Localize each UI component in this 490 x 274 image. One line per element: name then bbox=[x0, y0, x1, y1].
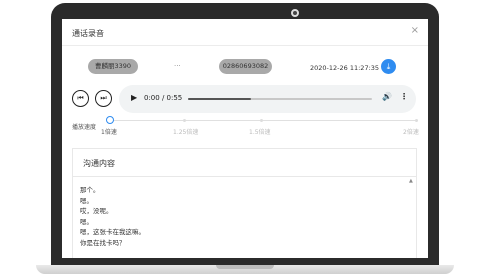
speed-tick bbox=[415, 119, 418, 122]
play-icon[interactable]: ▶ bbox=[131, 93, 137, 102]
transcript: 那个。 嗯。 哎，没呢。 嗯。 嗯，这张卡在我这嘛。 你是在找卡吗？ bbox=[80, 185, 145, 249]
audio-player: ▶ 0:00 / 0:55 🔊 ⋮ bbox=[119, 85, 416, 113]
content-panel: 沟通内容 ▲ 那个。 嗯。 哎，没呢。 嗯。 嗯，这张卡在我这嘛。 你是在找卡吗… bbox=[72, 148, 417, 258]
speed-option-1.5x[interactable]: 1.5倍速 bbox=[249, 127, 271, 136]
download-button[interactable]: ⤓ bbox=[381, 59, 396, 74]
camera-icon bbox=[291, 9, 299, 17]
content-divider bbox=[73, 176, 416, 177]
transcript-line: 嗯，这张卡在我这嘛。 bbox=[80, 228, 145, 237]
caller-badge: 曹麟丽3390 bbox=[88, 59, 138, 74]
speed-slider-track[interactable] bbox=[110, 120, 418, 121]
progress-fill bbox=[188, 98, 251, 100]
volume-icon[interactable]: 🔊 bbox=[382, 92, 392, 101]
next-button[interactable]: ⏭ bbox=[95, 90, 112, 107]
transcript-line: 你是在找卡吗？ bbox=[80, 238, 126, 247]
transcript-line: 哎，没呢。 bbox=[80, 207, 113, 216]
call-connector: ... bbox=[174, 60, 181, 68]
skip-previous-icon: ⏮ bbox=[77, 94, 84, 102]
content-title: 沟通内容 bbox=[83, 159, 115, 168]
transcript-line: 嗯。 bbox=[80, 217, 93, 226]
skip-next-icon: ⏭ bbox=[100, 94, 107, 102]
callee-badge: 02860693082 bbox=[219, 59, 272, 74]
dialog-title: 通话录音 bbox=[72, 29, 104, 38]
transcript-line: 那个。 bbox=[80, 186, 100, 194]
call-datetime: 2020-12-26 11:27:35 bbox=[310, 64, 380, 72]
previous-button[interactable]: ⏮ bbox=[72, 90, 89, 107]
recording-dialog: 通话录音 × 曹麟丽3390 ... 02860693082 2020-12-2… bbox=[62, 19, 428, 258]
playback-time: 0:00 / 0:55 bbox=[144, 94, 183, 102]
laptop-base-notch bbox=[216, 265, 274, 269]
speed-option-1x[interactable]: 1倍速 bbox=[101, 127, 117, 136]
more-vert-icon[interactable]: ⋮ bbox=[400, 92, 408, 101]
progress-track[interactable] bbox=[188, 98, 372, 100]
speed-tick bbox=[183, 119, 186, 122]
speed-slider-handle[interactable] bbox=[106, 116, 114, 124]
speed-tick bbox=[260, 119, 263, 122]
header-divider bbox=[62, 45, 428, 46]
speed-option-2x[interactable]: 2倍速 bbox=[403, 127, 419, 136]
download-icon: ⤓ bbox=[386, 62, 391, 71]
speed-option-1.25x[interactable]: 1.25倍速 bbox=[173, 127, 198, 136]
transcript-line: 嗯。 bbox=[80, 196, 93, 205]
scroll-up-icon[interactable]: ▲ bbox=[409, 178, 413, 184]
close-icon[interactable]: × bbox=[411, 25, 419, 36]
speed-label: 播放速度 bbox=[72, 124, 97, 131]
